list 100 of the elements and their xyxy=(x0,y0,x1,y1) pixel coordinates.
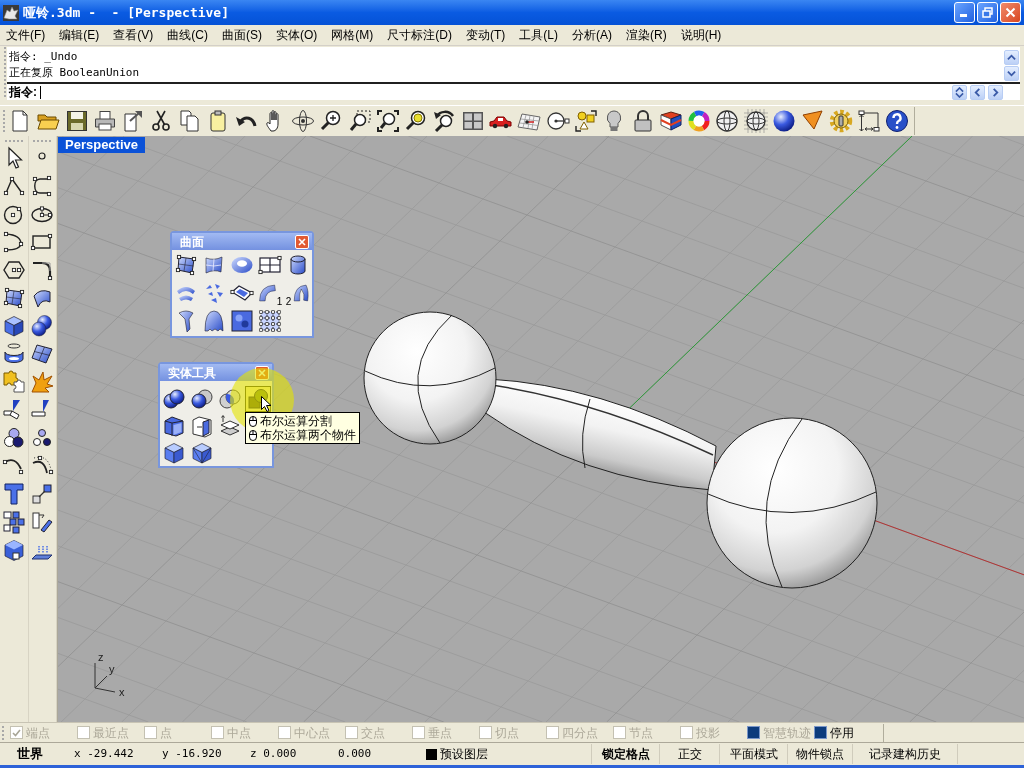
spotted-square-icon[interactable] xyxy=(230,309,254,333)
menu-item[interactable]: 曲线(C) xyxy=(167,26,208,44)
squares-icon[interactable] xyxy=(1,510,26,534)
curved-patch-icon[interactable] xyxy=(202,253,226,277)
shapes-icon[interactable] xyxy=(573,109,598,133)
app-logo-icon xyxy=(3,4,19,21)
osnap-label: 点 xyxy=(160,724,172,742)
osnap-label: 智慧轨迹 xyxy=(763,724,811,742)
chevron-up-icon xyxy=(1007,53,1016,62)
zoom-extents-icon[interactable] xyxy=(375,109,400,133)
box-icon[interactable] xyxy=(1,314,26,338)
perspective-viewport[interactable]: Perspective 曲面 1 2 实体工具 布尔运算分割 布尔运算两个物件 z y x xyxy=(58,136,1024,722)
four-viewports-icon[interactable] xyxy=(460,109,485,133)
osnap-label: 投影 xyxy=(696,724,720,742)
status-toggle[interactable]: 物件锁点 xyxy=(787,744,852,764)
menu-item[interactable]: 实体(O) xyxy=(276,26,318,44)
help-icon[interactable] xyxy=(885,109,910,133)
circles-icon[interactable] xyxy=(1,426,26,450)
close-icon xyxy=(258,368,266,377)
corner-surface-icon[interactable] xyxy=(174,253,198,277)
status-toggle[interactable]: 正交 xyxy=(659,744,719,764)
status-toggle[interactable]: 记录建构历史 xyxy=(852,744,957,764)
scroll-up-button[interactable] xyxy=(1004,50,1019,65)
grip-handle[interactable] xyxy=(4,140,23,142)
cylinder-ring-icon[interactable] xyxy=(1,342,26,366)
command-history-line: 正在复原 BooleanUnion xyxy=(9,65,140,81)
grip-handle[interactable] xyxy=(33,140,52,142)
tilted-bar-icon[interactable] xyxy=(30,510,55,534)
y-coordinate: y -16.920 xyxy=(161,745,223,762)
block-icon[interactable] xyxy=(1,538,26,562)
osnap-label: 最近点 xyxy=(93,724,129,742)
spin-button[interactable] xyxy=(952,84,967,100)
bell-surface-icon[interactable] xyxy=(202,309,226,333)
z-coordinate: z 0.000 xyxy=(249,745,298,762)
grip-handle[interactable] xyxy=(3,110,5,132)
close-button[interactable] xyxy=(255,365,269,380)
point-grid-icon[interactable] xyxy=(258,309,282,333)
gear-icon[interactable] xyxy=(828,109,853,133)
up-down-arrows-icon xyxy=(955,86,964,98)
shaded-sphere-icon[interactable] xyxy=(772,109,796,133)
arc-icon[interactable] xyxy=(1,230,26,254)
mouse-icon xyxy=(249,415,257,427)
wireframe-sphere-icon[interactable] xyxy=(715,109,740,133)
sphere-grid-icon[interactable] xyxy=(743,109,768,133)
distance-readout: 0.000 xyxy=(337,745,373,762)
circle-point-icon[interactable] xyxy=(545,109,570,133)
letter-t-icon[interactable] xyxy=(1,482,26,506)
menu-item[interactable]: 尺寸标注(D) xyxy=(387,26,452,44)
osnap-label: 切点 xyxy=(495,724,519,742)
minimize-icon xyxy=(960,14,967,17)
starburst-icon[interactable] xyxy=(30,370,55,394)
window-title: 哑铃.3dm - - [Perspective] xyxy=(23,3,229,22)
grip-handle[interactable] xyxy=(2,725,4,740)
status-toggle[interactable]: 平面模式 xyxy=(719,744,787,764)
viewport-title[interactable]: Perspective xyxy=(58,137,145,153)
dimension-icon[interactable] xyxy=(856,109,881,133)
linked-squares-icon[interactable] xyxy=(30,482,55,506)
color-wheel-icon[interactable] xyxy=(687,109,712,133)
polyline-icon[interactable] xyxy=(1,174,26,198)
grid-rectangle-icon[interactable] xyxy=(258,253,282,277)
printer-icon[interactable] xyxy=(92,109,117,133)
close-button[interactable] xyxy=(1000,2,1021,23)
menu-item[interactable]: 说明(H) xyxy=(680,26,722,44)
osnap-label: 端点 xyxy=(26,724,50,742)
menu-item[interactable]: 变动(T) xyxy=(466,26,506,44)
menu-item[interactable]: 编辑(E) xyxy=(59,26,100,44)
zoom-window-icon[interactable] xyxy=(347,109,372,133)
minimize-button[interactable] xyxy=(954,2,975,23)
osnap-label: 中点 xyxy=(227,724,251,742)
arc-surface-icon[interactable] xyxy=(257,282,277,304)
menu-item[interactable]: 文件(F) xyxy=(6,26,46,44)
layers-icon[interactable] xyxy=(658,109,683,133)
menu-item[interactable]: 曲面(S) xyxy=(222,26,262,44)
zoom-undo-icon[interactable] xyxy=(432,109,457,133)
spheres-icon[interactable] xyxy=(30,314,55,338)
surface-points-icon[interactable] xyxy=(1,286,26,310)
menu-item[interactable]: 渲染(R) xyxy=(626,26,667,44)
osnap-label: 垂点 xyxy=(428,724,452,742)
menu-item[interactable]: 查看(V) xyxy=(113,26,154,44)
close-button[interactable] xyxy=(295,234,309,249)
checkmark-icon xyxy=(12,728,21,737)
layer-name[interactable]: 预设图层 xyxy=(440,745,488,763)
restore-button[interactable] xyxy=(977,2,998,23)
menu-item[interactable]: 工具(L) xyxy=(519,26,558,44)
copy-icon[interactable] xyxy=(177,109,202,133)
menu-item[interactable]: 分析(A) xyxy=(572,26,612,44)
scroll-down-button[interactable] xyxy=(1004,66,1019,81)
mesh-surface-icon[interactable] xyxy=(30,342,55,366)
orbit-icon[interactable] xyxy=(290,109,315,133)
previous-button[interactable] xyxy=(970,84,985,100)
status-toggle[interactable]: 锁定格点 xyxy=(591,744,659,764)
osnap-checkbox[interactable] xyxy=(814,726,827,739)
next-button[interactable] xyxy=(988,84,1003,100)
polygon-icon[interactable] xyxy=(1,258,26,282)
mouse-icon xyxy=(249,429,257,441)
menu-item[interactable]: 网格(M) xyxy=(331,26,374,44)
coordinate-system[interactable]: 世界 xyxy=(0,744,60,764)
arrow-cursor-icon xyxy=(261,396,272,412)
puzzle-icon[interactable] xyxy=(1,370,26,394)
arc-surface-icon[interactable] xyxy=(291,282,311,304)
